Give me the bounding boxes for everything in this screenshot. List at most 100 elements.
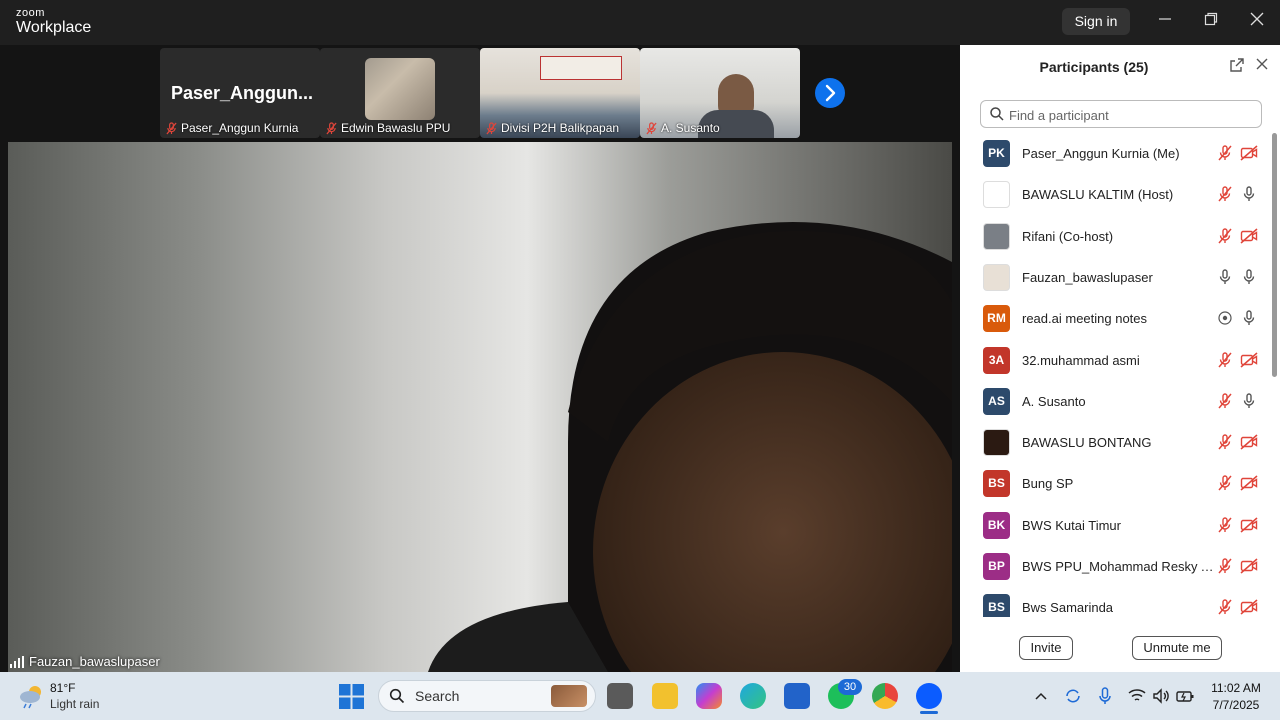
- sync-icon[interactable]: [1064, 687, 1082, 705]
- taskbar-search[interactable]: Search: [378, 680, 596, 712]
- tile-label: Divisi P2H Balikpapan: [486, 121, 619, 135]
- mic-muted-icon[interactable]: [1216, 227, 1234, 245]
- video-off-icon[interactable]: [1240, 433, 1258, 451]
- avatar: [983, 263, 1010, 291]
- tile-label: A. Susanto: [646, 121, 720, 135]
- avatar: PK: [983, 140, 1010, 167]
- weather-temp[interactable]: 81°F: [50, 681, 75, 695]
- participant-row[interactable]: BS Bung SP: [960, 467, 1270, 508]
- participant-name: BAWASLU KALTIM (Host): [1022, 187, 1174, 203]
- chevron-up-icon[interactable]: [1034, 689, 1048, 703]
- weather-rain-icon[interactable]: [18, 683, 46, 709]
- mic-muted-icon[interactable]: [1216, 351, 1234, 369]
- avatar: 3A: [983, 346, 1010, 374]
- mic-muted-icon[interactable]: [1216, 516, 1234, 534]
- mic-muted-icon: [646, 121, 657, 134]
- video-icon[interactable]: [1240, 268, 1258, 286]
- unmute-me-button[interactable]: Unmute me: [1132, 636, 1222, 660]
- gallery-strip: Paser_Anggun... Paser_Anggun Kurnia Edwi…: [160, 48, 800, 138]
- search-icon: [990, 107, 1004, 121]
- avatar: AS: [983, 387, 1010, 415]
- speaker-label: Fauzan_bawaslupaser: [10, 654, 160, 669]
- mic-muted-icon[interactable]: [1216, 185, 1234, 203]
- task-view-icon[interactable]: [607, 683, 633, 709]
- video-off-icon[interactable]: [1240, 474, 1258, 492]
- participant-scrollbar[interactable]: [1272, 133, 1277, 377]
- avatar: BS: [983, 470, 1010, 498]
- mic-muted-icon[interactable]: [1216, 392, 1234, 410]
- close-icon[interactable]: [1245, 10, 1269, 34]
- gallery-tile[interactable]: Edwin Bawaslu PPU: [320, 48, 480, 138]
- sign-in-button[interactable]: Sign in: [1062, 8, 1130, 35]
- gallery-tile[interactable]: Paser_Anggun... Paser_Anggun Kurnia: [160, 48, 320, 138]
- pop-out-icon[interactable]: [1228, 57, 1246, 75]
- wifi-icon[interactable]: [1128, 688, 1146, 704]
- clock-time[interactable]: 11:02 AM: [1206, 681, 1266, 695]
- participant-name: BAWASLU BONTANG: [1022, 435, 1152, 451]
- speaker-icon[interactable]: [1152, 687, 1170, 705]
- avatar: BK: [983, 511, 1010, 539]
- video-off-icon[interactable]: [1240, 227, 1258, 245]
- participant-row[interactable]: PK Paser_Anggun Kurnia (Me): [960, 137, 1270, 178]
- next-page-button[interactable]: [815, 78, 845, 108]
- chrome-icon[interactable]: [872, 683, 898, 709]
- mic-muted-icon[interactable]: [1216, 433, 1234, 451]
- tile-name: Paser_Anggun Kurnia: [181, 121, 299, 135]
- participant-list: PK Paser_Anggun Kurnia (Me) BAWASLU KALTIM…: [960, 137, 1270, 617]
- gallery-tile[interactable]: Divisi P2H Balikpapan: [480, 48, 640, 138]
- participant-row[interactable]: BAWASLU BONTANG: [960, 426, 1270, 467]
- restore-icon[interactable]: [1199, 10, 1223, 34]
- participants-title: Participants (25): [1039, 59, 1149, 75]
- minimize-icon[interactable]: [1153, 10, 1177, 34]
- participant-row[interactable]: 3A 32.muhammad asmi: [960, 344, 1270, 385]
- video-off-icon[interactable]: [1240, 351, 1258, 369]
- microphone-icon[interactable]: [1097, 687, 1113, 705]
- participant-row[interactable]: BP BWS PPU_Mohammad Resky Al...: [960, 550, 1270, 591]
- self-name-large: Paser_Anggun...: [171, 83, 314, 103]
- close-panel-icon[interactable]: [1253, 57, 1271, 75]
- microsoft-store-icon[interactable]: [784, 683, 810, 709]
- video-off-icon[interactable]: [1240, 557, 1258, 575]
- participant-row[interactable]: RM read.ai meeting notes: [960, 302, 1270, 343]
- mic-icon[interactable]: [1216, 268, 1234, 286]
- participant-row[interactable]: BS Bws Samarinda: [960, 591, 1270, 617]
- edge-browser-icon[interactable]: [740, 683, 766, 709]
- avatar: [983, 429, 1010, 457]
- participant-row[interactable]: Rifani (Co-host): [960, 220, 1270, 261]
- taskbar-search-label: Search: [415, 688, 460, 704]
- search-input[interactable]: [1007, 105, 1251, 125]
- video-off-icon[interactable]: [1240, 598, 1258, 616]
- video-off-icon[interactable]: [1240, 144, 1258, 162]
- participant-row[interactable]: BAWASLU KALTIM (Host): [960, 178, 1270, 219]
- video-icon[interactable]: [1240, 392, 1258, 410]
- participant-name: read.ai meeting notes: [1022, 311, 1148, 327]
- mic-muted-icon[interactable]: [1216, 144, 1234, 162]
- participant-row[interactable]: BK BWS Kutai Timur: [960, 509, 1270, 550]
- mic-muted-icon[interactable]: [1216, 557, 1234, 575]
- participant-search[interactable]: [980, 100, 1262, 128]
- mic-muted-icon[interactable]: [1216, 474, 1234, 492]
- copilot-icon[interactable]: [696, 683, 722, 709]
- windows-start-icon[interactable]: [339, 684, 364, 709]
- invite-button[interactable]: Invite: [1019, 636, 1073, 660]
- weather-desc[interactable]: Light rain: [50, 697, 99, 711]
- participant-name: 32.muhammad asmi: [1022, 352, 1140, 368]
- mic-muted-icon[interactable]: [1216, 598, 1234, 616]
- avatar: [983, 181, 1010, 209]
- mic-muted-icon: [486, 121, 497, 134]
- participant-name: Rifani (Co-host): [1022, 228, 1114, 244]
- mic-icon[interactable]: [1240, 309, 1258, 327]
- participant-name: BWS Kutai Timur: [1022, 517, 1121, 533]
- record-icon[interactable]: [1216, 309, 1234, 327]
- participant-row[interactable]: AS A. Susanto: [960, 385, 1270, 426]
- video-icon[interactable]: [1240, 185, 1258, 203]
- file-explorer-icon[interactable]: [652, 683, 678, 709]
- participant-photo: [365, 58, 435, 120]
- battery-icon[interactable]: [1176, 688, 1194, 704]
- clock-date[interactable]: 7/7/2025: [1206, 698, 1266, 712]
- participant-row[interactable]: Fauzan_bawaslupaser: [960, 261, 1270, 302]
- zoom-app-icon[interactable]: [916, 683, 942, 709]
- video-off-icon[interactable]: [1240, 516, 1258, 534]
- gallery-tile[interactable]: A. Susanto: [640, 48, 800, 138]
- brand-bottom: Workplace: [16, 19, 92, 36]
